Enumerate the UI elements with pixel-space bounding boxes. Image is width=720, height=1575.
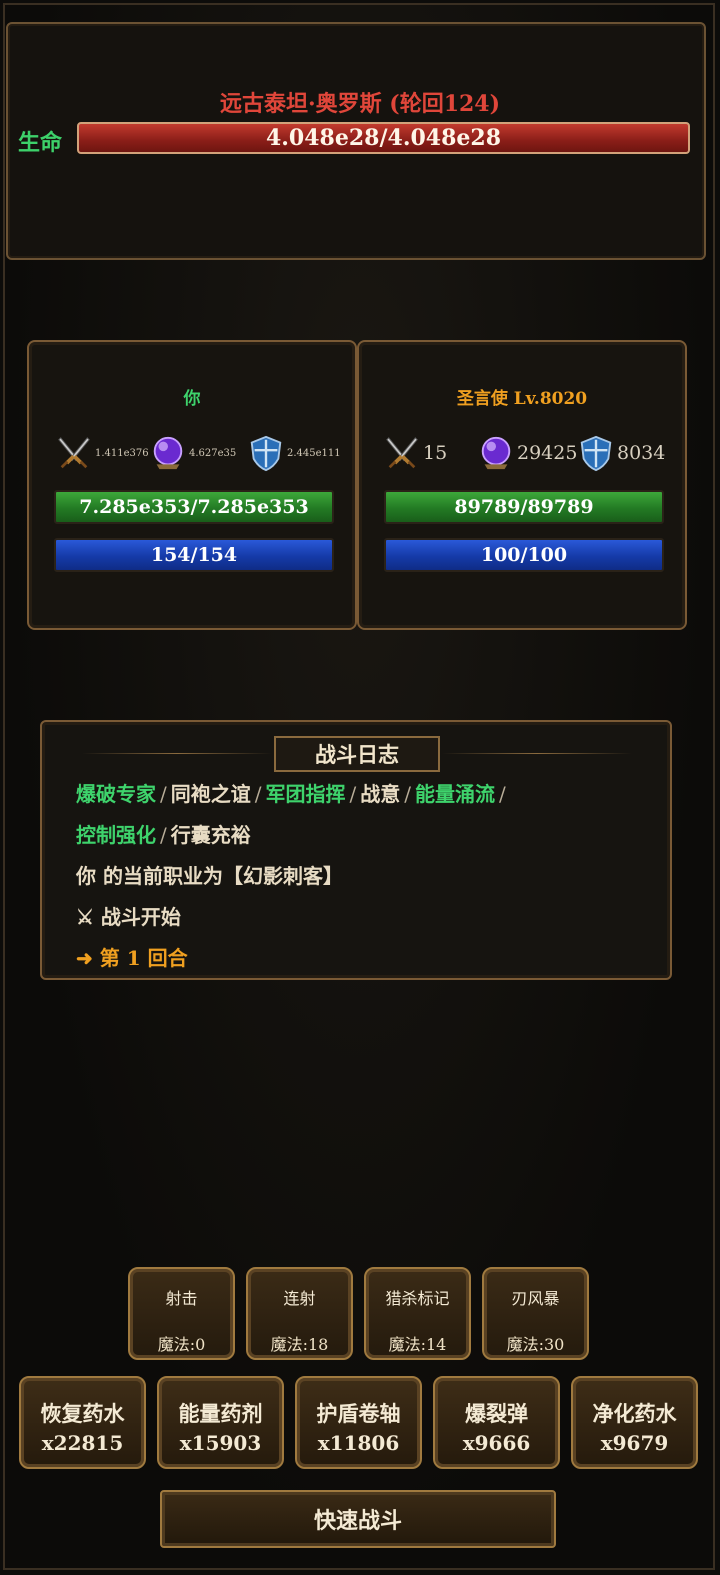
life-label: 生命 [18, 131, 63, 156]
skill-name: 猎杀标记 [385, 1289, 450, 1308]
buff-separator: / [499, 782, 506, 806]
boss-hp-text: 4.048e28/4.048e28 [265, 125, 502, 151]
log-line-buffs-2: 控制强化 / 行囊充裕 [76, 815, 656, 856]
log-line-battle-start: ⚔ 战斗开始 [76, 905, 181, 929]
companion-defense-stat: 8034 [577, 434, 665, 472]
purple-orb-icon [149, 434, 187, 472]
player-defense-stat: 2.445e111 [247, 434, 341, 472]
player-name: 你 [183, 389, 201, 409]
skill-cost: 魔法:0 [157, 1335, 206, 1354]
player-magic-stat: 4.627e35 [149, 434, 236, 472]
companion-hp-text: 89789/89789 [454, 496, 594, 518]
item-name: 净化药水 [592, 1401, 677, 1426]
log-line-buffs-1: 爆破专家 / 同袍之谊 / 军团指挥 / 战意 / 能量涌流 / [76, 774, 656, 815]
buff-separator: / [349, 782, 357, 806]
item-button-recovery-potion[interactable]: 恢复药水 x22815 [19, 1376, 146, 1469]
log-line-class: 你 的当前职业为【幻影刺客】 [76, 864, 343, 888]
companion-card[interactable]: 圣言使 Lv.8020 15 29425 8034 89789/89789 10… [357, 340, 687, 630]
item-name: 爆裂弹 [465, 1401, 528, 1426]
log-title-divider-right [442, 753, 632, 754]
buff-name: 爆破专家 [76, 782, 156, 806]
log-title-divider-left [82, 753, 272, 754]
skill-name: 射击 [165, 1289, 198, 1308]
log-line-round: ➜ 第 1 回合 [76, 938, 656, 979]
blue-shield-icon [577, 434, 615, 472]
skill-button-rapid-fire[interactable]: 连射 魔法:18 [246, 1267, 353, 1360]
skill-button-shoot[interactable]: 射击 魔法:0 [128, 1267, 235, 1360]
companion-hp-bar: 89789/89789 [384, 490, 664, 524]
buff-name: 控制强化 [76, 823, 156, 847]
companion-magic-stat: 29425 [477, 434, 577, 472]
crossed-swords-icon [383, 434, 421, 472]
item-count: x15903 [179, 1431, 262, 1455]
companion-magic-value: 29425 [517, 442, 578, 464]
buff-separator: / [160, 782, 167, 806]
item-count: x9666 [462, 1431, 531, 1455]
boss-name: 远古泰坦·奥罗斯 (轮回124) [219, 91, 501, 117]
player-magic-value: 4.627e35 [189, 447, 237, 459]
player-defense-value: 2.445e111 [287, 447, 341, 459]
buff-name: 行囊充裕 [170, 823, 251, 847]
boss-hp-bar: 4.048e28/4.048e28 [77, 122, 690, 154]
skill-button-hunter-mark[interactable]: 猎杀标记 魔法:14 [364, 1267, 471, 1360]
buff-name: 同袍之谊 [170, 782, 251, 806]
player-mp-bar: 154/154 [54, 538, 334, 572]
battle-log-lines: 爆破专家 / 同袍之谊 / 军团指挥 / 战意 / 能量涌流 / 控制强化 / 行囊充裕 你 的当前职… [76, 774, 656, 979]
skill-button-blade-storm[interactable]: 刃风暴 魔法:30 [482, 1267, 589, 1360]
skill-name: 刃风暴 [511, 1289, 560, 1308]
player-hp-text: 7.285e353/7.285e353 [79, 496, 309, 518]
skill-cost: 魔法:18 [270, 1335, 329, 1354]
buff-name: 战意 [360, 782, 401, 806]
item-button-energy-potion[interactable]: 能量药剂 x15903 [157, 1376, 284, 1469]
buff-name: 军团指挥 [265, 782, 346, 806]
companion-name: 圣言使 Lv.8020 [456, 389, 588, 409]
item-name: 护盾卷轴 [316, 1401, 401, 1426]
skill-cost: 魔法:14 [388, 1335, 447, 1354]
companion-mp-bar: 100/100 [384, 538, 664, 572]
crossed-swords-icon [55, 434, 93, 472]
item-count: x9679 [600, 1431, 669, 1455]
quick-battle-button[interactable]: 快速战斗 [160, 1490, 556, 1548]
companion-attack-value: 15 [423, 442, 448, 464]
purple-orb-icon [477, 434, 515, 472]
arrow-right-icon: ➜ [76, 946, 93, 970]
companion-attack-stat: 15 [383, 434, 447, 472]
buff-separator: / [160, 823, 167, 847]
buff-separator: / [254, 782, 262, 806]
skill-cost: 魔法:30 [506, 1335, 565, 1354]
skill-name: 连射 [283, 1289, 316, 1308]
companion-stats: 15 29425 8034 [359, 434, 685, 474]
item-count: x22815 [41, 1431, 124, 1455]
player-stats: 1.411e376 4.627e35 2.445e111 [29, 434, 355, 474]
player-card[interactable]: 你 1.411e376 4.627e35 2.445e111 7.285e353… [27, 340, 357, 630]
round-text: 第 1 回合 [99, 946, 188, 970]
buff-separator: / [404, 782, 411, 806]
item-button-purify-potion[interactable]: 净化药水 x9679 [571, 1376, 698, 1469]
player-hp-bar: 7.285e353/7.285e353 [54, 490, 334, 524]
battle-log-panel[interactable]: 战斗日志 爆破专家 / 同袍之谊 / 军团指挥 / 战意 / 能量涌流 / 控制强化 / 行囊充裕 你… [40, 720, 672, 980]
item-count: x11806 [317, 1431, 400, 1455]
blue-shield-icon [247, 434, 285, 472]
item-button-shield-scroll[interactable]: 护盾卷轴 x11806 [295, 1376, 422, 1469]
battle-log-title: 战斗日志 [274, 736, 440, 772]
companion-defense-value: 8034 [617, 442, 666, 464]
player-attack-stat: 1.411e376 [55, 434, 149, 472]
item-name: 能量药剂 [178, 1401, 263, 1426]
companion-mp-text: 100/100 [480, 544, 568, 566]
player-mp-text: 154/154 [150, 544, 238, 566]
item-button-burst-bomb[interactable]: 爆裂弹 x9666 [433, 1376, 560, 1469]
item-name: 恢复药水 [40, 1401, 125, 1426]
player-attack-value: 1.411e376 [95, 447, 149, 459]
quick-battle-label: 快速战斗 [313, 1508, 402, 1534]
buff-name: 能量涌流 [415, 782, 495, 806]
